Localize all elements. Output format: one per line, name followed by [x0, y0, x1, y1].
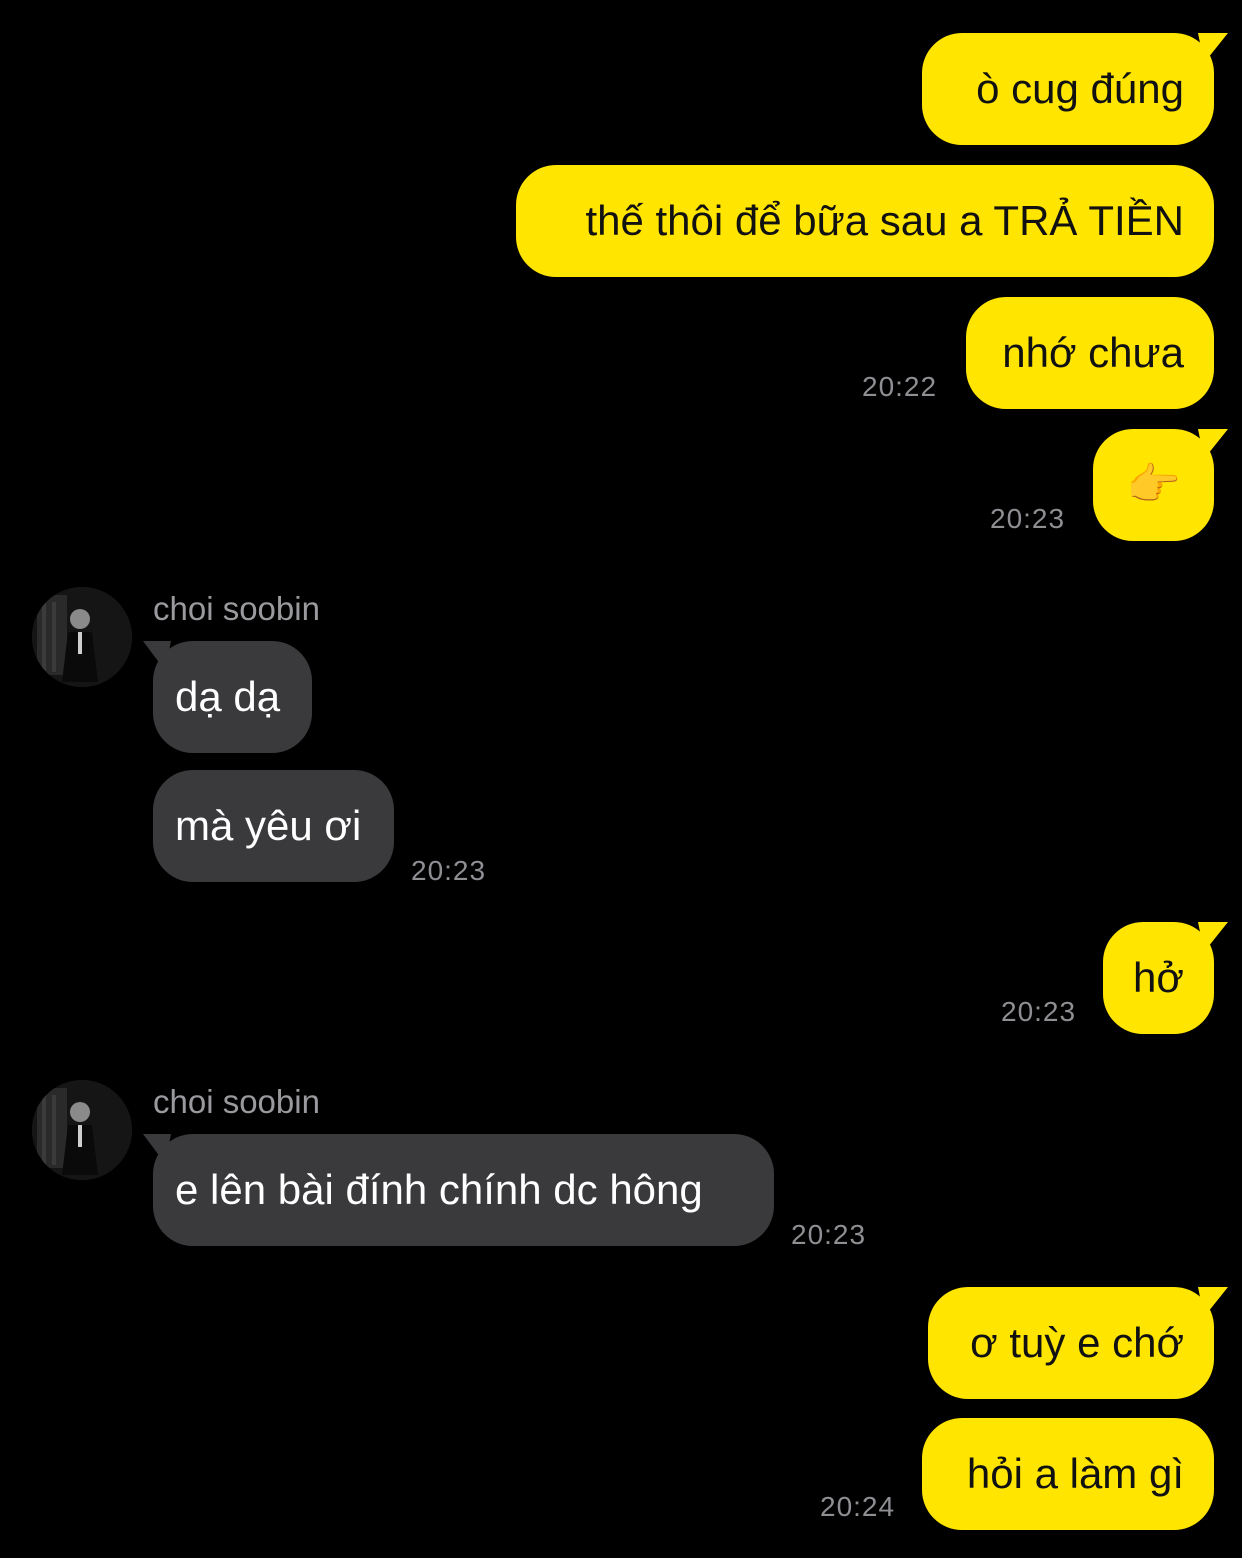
sender-name: choi soobin	[153, 1083, 320, 1120]
contact-avatar[interactable]	[32, 587, 132, 687]
message-text: ò cug đúng	[976, 65, 1184, 112]
outgoing-message-bubble[interactable]: nhớ chưa	[966, 297, 1214, 409]
avatar-photo-icon	[32, 587, 132, 687]
outgoing-message-bubble[interactable]: hở	[1103, 922, 1228, 1034]
message-timestamp: 20:23	[990, 503, 1066, 534]
outgoing-message-bubble[interactable]: ơ tuỳ e chớ	[928, 1287, 1228, 1399]
outgoing-message-bubble[interactable]: thế thôi để bữa sau a TRẢ TIỀN	[516, 165, 1214, 277]
outgoing-message-bubble[interactable]: hỏi a làm gì	[922, 1418, 1214, 1530]
incoming-message-bubble[interactable]: dạ dạ	[143, 641, 312, 753]
message-text: hỏi a làm gì	[966, 1450, 1184, 1497]
message-timestamp: 20:23	[411, 855, 487, 886]
message-text: nhớ chưa	[1002, 329, 1184, 376]
bubble-tail	[143, 1134, 171, 1164]
avatar-photo-icon	[32, 1080, 132, 1180]
outgoing-message-bubble[interactable]: ò cug đúng	[922, 33, 1228, 145]
message-text: hở	[1133, 954, 1184, 1001]
message-text: thế thôi để bữa sau a TRẢ TIỀN	[585, 197, 1184, 244]
contact-avatar[interactable]	[32, 1080, 132, 1180]
bubble-tail	[143, 641, 171, 671]
message-text: mà yêu ơi	[175, 802, 362, 849]
bubble-tail	[1198, 33, 1228, 63]
bubble-tail	[1198, 429, 1228, 459]
message-text: dạ dạ	[175, 673, 281, 720]
incoming-message-bubble[interactable]: e lên bài đính chính dc hông	[143, 1134, 774, 1246]
incoming-message-bubble[interactable]: mà yêu ơi	[153, 770, 394, 882]
outgoing-emoji-bubble[interactable]: 👉	[1093, 429, 1228, 541]
message-timestamp: 20:23	[1001, 996, 1077, 1027]
message-text: ơ tuỳ e chớ	[970, 1319, 1184, 1366]
message-timestamp: 20:22	[862, 371, 938, 402]
message-text: e lên bài đính chính dc hông	[175, 1166, 703, 1213]
message-timestamp: 20:23	[791, 1219, 867, 1250]
bubble-tail	[1198, 922, 1228, 952]
sender-name: choi soobin	[153, 590, 320, 627]
message-timestamp: 20:24	[820, 1491, 896, 1522]
pointing-finger-emoji-icon: 👉	[1126, 459, 1181, 510]
bubble-tail	[1198, 1287, 1228, 1317]
